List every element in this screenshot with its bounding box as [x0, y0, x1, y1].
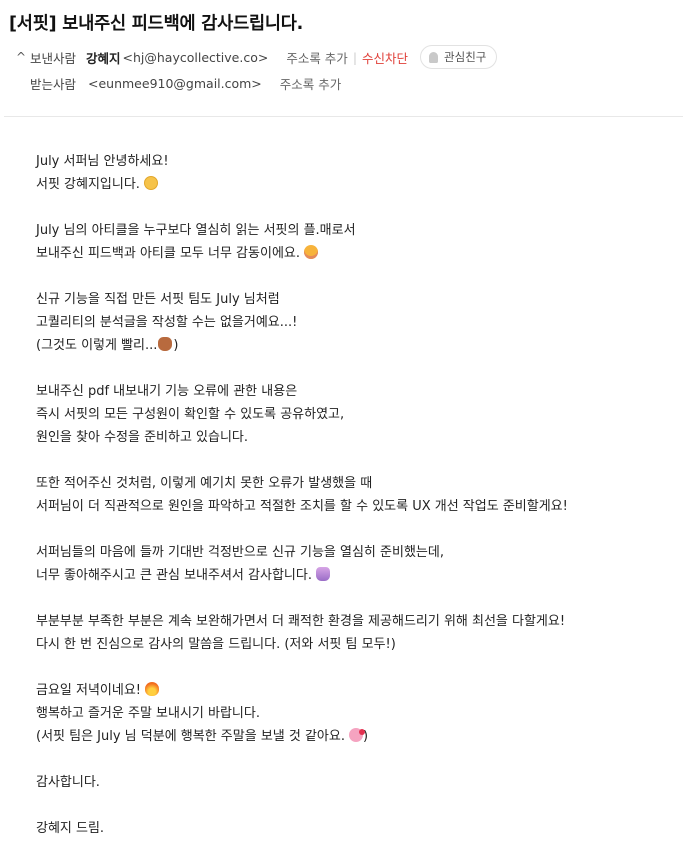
paragraph-thanks: July 님의 아티클을 누구보다 열심히 읽는 서핏의 플.매로서 보내주신 …: [36, 219, 676, 265]
body-text: ): [173, 338, 179, 353]
to-row: 받는사람 <eunmee910@gmail.com> 주소록 추가: [14, 71, 341, 95]
from-row: ^ 보낸사람 강혜지 <hj@haycollective.co> 주소록 추가 …: [14, 45, 498, 69]
body-line: 서퍼님이 더 직관적으로 원인을 파악하고 적절한 조치를 할 수 있도록 UX…: [36, 499, 568, 514]
body-line: 행복하고 즐거운 주말 보내시기 바랍니다.: [36, 706, 260, 721]
body-text: (서핏 팀은 July 님 덕분에 행복한 주말을 보낼 것 같아요.: [36, 729, 345, 744]
body-line: 서핏 강혜지입니다.: [36, 173, 676, 196]
email-body: July 서퍼님 안녕하세요! 서핏 강혜지입니다. July 님의 아티클을 …: [36, 150, 676, 863]
chevron-up-icon[interactable]: ^: [14, 50, 28, 64]
vip-friend-label: 관심친구: [444, 50, 487, 64]
paragraph-weekend: 금요일 저녁이네요! 행복하고 즐거운 주말 보내시기 바랍니다. (서핏 팀은…: [36, 679, 676, 748]
paragraph-bug: 보내주신 pdf 내보내기 기능 오류에 관한 내용은 즉시 서핏의 모든 구성…: [36, 380, 676, 449]
header-divider: [4, 116, 683, 117]
sender-address[interactable]: <hj@haycollective.co>: [123, 50, 269, 65]
email-subject: [서핏] 보내주신 피드백에 감사드립니다.: [9, 14, 304, 34]
kissing-heart-icon: [348, 728, 365, 742]
add-contact-button[interactable]: 주소록 추가: [286, 48, 347, 67]
paragraph-greeting: July 서퍼님 안녕하세요! 서핏 강혜지입니다.: [36, 150, 676, 196]
paragraph-closing: 감사합니다.: [36, 771, 676, 794]
body-text: 너무 좋아해주시고 큰 관심 보내주셔서 감사합니다.: [36, 568, 312, 583]
body-line: 보내주신 pdf 내보내기 기능 오류에 관한 내용은: [36, 384, 298, 399]
separator: |: [352, 49, 358, 65]
body-text: (그것도 이렇게 빨리...: [36, 338, 158, 353]
block-sender-button[interactable]: 수신차단: [362, 48, 408, 67]
person-icon: [429, 51, 439, 63]
body-line: 서퍼님들의 마음에 들까 기대반 걱정반으로 신규 기능을 열심히 준비했는데,: [36, 545, 444, 560]
body-line: 고퀄리티의 분석글을 작성할 수는 없을거예요...!: [36, 315, 298, 330]
from-label: 보낸사람: [30, 50, 77, 66]
paragraph-team: 신규 기능을 직접 만든 서핏 팀도 July 님처럼 고퀄리티의 분석글을 작…: [36, 288, 676, 357]
paragraph-signature: 강혜지 드림.: [36, 817, 676, 840]
recipient-address[interactable]: <eunmee910@gmail.com>: [88, 76, 262, 91]
signature: 강혜지 드림.: [36, 821, 105, 836]
paragraph-ux: 또한 적어주신 것처럼, 이렇게 예기치 못한 오류가 발생했을 때 서퍼님이 …: [36, 472, 676, 518]
body-line: 보내주신 피드백과 아티클 모두 너무 감동이에요.: [36, 242, 676, 265]
add-recipient-contact-button[interactable]: 주소록 추가: [280, 74, 341, 93]
sender-name[interactable]: 강혜지: [86, 48, 121, 67]
fire-icon: [145, 682, 160, 696]
paragraph-appreciation: 서퍼님들의 마음에 들까 기대반 걱정반으로 신규 기능을 열심히 준비했는데,…: [36, 541, 676, 587]
body-line: 부분부분 부족한 부분은 계속 보완해가면서 더 쾌적한 환경을 제공해드리기 …: [36, 614, 566, 629]
pleading-face-icon: [304, 245, 318, 259]
body-line: July 서퍼님 안녕하세요!: [36, 154, 169, 169]
smiling-face-icon: [143, 176, 158, 190]
body-line: 신규 기능을 직접 만든 서핏 팀도 July 님처럼: [36, 292, 280, 307]
body-line: (서핏 팀은 July 님 덕분에 행복한 주말을 보낼 것 같아요.): [36, 725, 676, 748]
body-line: July 님의 아티클을 누구보다 열심히 읽는 서핏의 플.매로서: [36, 223, 356, 238]
body-line: 원인을 찾아 수정을 준비하고 있습니다.: [36, 430, 249, 445]
body-line: 너무 좋아해주시고 큰 관심 보내주셔서 감사합니다.: [36, 564, 676, 587]
vip-friend-button[interactable]: 관심친구: [420, 45, 498, 69]
to-label: 받는사람: [30, 76, 77, 92]
see-no-evil-monkey-icon: [158, 337, 173, 351]
paragraph-promise: 부분부분 부족한 부분은 계속 보완해가면서 더 쾌적한 환경을 제공해드리기 …: [36, 610, 676, 656]
body-line: 또한 적어주신 것처럼, 이렇게 예기치 못한 오류가 발생했을 때: [36, 476, 373, 491]
body-text: 서핏 강혜지입니다.: [36, 177, 140, 192]
folded-hands-icon: [315, 567, 330, 581]
body-text: 금요일 저녁이네요!: [36, 683, 142, 698]
body-line: 즉시 서핏의 모든 구성원이 확인할 수 있도록 공유하였고,: [36, 407, 345, 422]
body-text: 보내주신 피드백과 아티클 모두 너무 감동이에요.: [36, 246, 300, 261]
body-line: (그것도 이렇게 빨리...): [36, 334, 676, 357]
body-line: 감사합니다.: [36, 775, 100, 790]
body-line: 다시 한 번 진심으로 감사의 말씀을 드립니다. (저와 서핏 팀 모두!): [36, 637, 396, 652]
body-line: 금요일 저녁이네요!: [36, 679, 676, 702]
